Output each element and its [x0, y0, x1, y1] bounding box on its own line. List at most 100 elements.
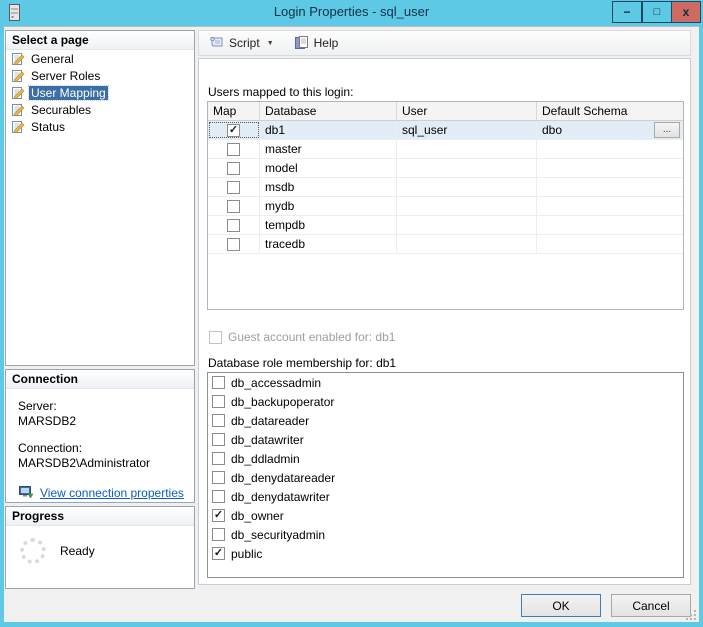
- user-cell: [397, 235, 537, 253]
- maximize-icon: □: [653, 6, 661, 18]
- role-item-db_accessadmin[interactable]: db_accessadmin: [208, 373, 683, 392]
- role-checkbox[interactable]: ✓: [212, 509, 225, 522]
- column-header: User: [397, 102, 537, 120]
- map-cell: [208, 159, 260, 177]
- progress-header: Progress: [6, 507, 194, 526]
- dialog-client-area: Select a page General Server Roles User Ma…: [4, 26, 699, 622]
- database-cell: tracedb: [260, 235, 397, 253]
- guest-account-checkbox: [209, 330, 222, 344]
- script-button[interactable]: Script ▼: [205, 33, 278, 53]
- map-cell: [208, 178, 260, 196]
- role-label: db_securityadmin: [231, 527, 326, 542]
- role-item-db_denydatawriter[interactable]: db_denydatawriter: [208, 487, 683, 506]
- cancel-button-label: Cancel: [632, 598, 670, 613]
- table-row[interactable]: msdb: [208, 178, 683, 197]
- table-row[interactable]: model: [208, 159, 683, 178]
- ok-button[interactable]: OK: [521, 594, 601, 617]
- column-header: Map: [208, 102, 260, 120]
- connection-panel: Connection Server: MARSDB2 Connection: M…: [5, 369, 195, 503]
- user-cell: [397, 197, 537, 215]
- table-row[interactable]: mydb: [208, 197, 683, 216]
- table-row[interactable]: master: [208, 140, 683, 159]
- role-checkbox[interactable]: [212, 395, 225, 408]
- server-value: MARSDB2: [18, 414, 77, 428]
- role-item-db_datawriter[interactable]: db_datawriter: [208, 430, 683, 449]
- sidebar-item-label: General: [31, 51, 74, 66]
- sidebar-item-general[interactable]: General: [6, 50, 194, 67]
- map-checkbox[interactable]: [227, 142, 240, 156]
- table-row[interactable]: tempdb: [208, 216, 683, 235]
- role-label: db_backupoperator: [231, 394, 335, 409]
- close-button[interactable]: x: [671, 1, 701, 23]
- role-item-db_securityadmin[interactable]: db_securityadmin: [208, 525, 683, 544]
- map-checkbox[interactable]: [227, 218, 240, 232]
- role-checkbox[interactable]: [212, 414, 225, 427]
- connection-header: Connection: [6, 370, 194, 389]
- sidebar-item-label: Status: [31, 119, 66, 134]
- role-item-db_denydatareader[interactable]: db_denydatareader: [208, 468, 683, 487]
- map-checkbox[interactable]: [227, 237, 240, 251]
- role-membership-list: db_accessadmin db_backupoperator db_datare…: [207, 372, 684, 578]
- sidebar-item-label: Securables: [31, 102, 92, 117]
- role-item-public[interactable]: ✓ public: [208, 544, 683, 563]
- browse-schema-button[interactable]: ...: [654, 122, 680, 138]
- help-book-icon: [294, 35, 310, 51]
- select-page-list: General Server Roles User Mapping Securable…: [6, 50, 194, 135]
- help-button-label: Help: [313, 36, 339, 50]
- connection-properties-icon: [18, 485, 34, 501]
- role-item-db_owner[interactable]: ✓ db_owner: [208, 506, 683, 525]
- table-body: ✓ db1 sql_user dbo... master model msdb mydb tem…: [208, 121, 683, 254]
- view-connection-properties-link[interactable]: View connection properties: [40, 486, 184, 500]
- map-checkbox[interactable]: [227, 199, 240, 213]
- role-item-db_datareader[interactable]: db_datareader: [208, 411, 683, 430]
- role-checkbox[interactable]: [212, 490, 225, 503]
- ok-button-label: OK: [552, 598, 570, 613]
- map-cell: [208, 216, 260, 234]
- role-checkbox[interactable]: [212, 376, 225, 389]
- map-cell: [208, 140, 260, 158]
- database-cell: master: [260, 140, 397, 158]
- select-page-panel: Select a page General Server Roles User Ma…: [5, 30, 195, 366]
- titlebar[interactable]: Login Properties - sql_user − □ x: [0, 0, 703, 26]
- column-header: Default Schema: [542, 104, 628, 118]
- default-schema-cell: [537, 140, 683, 158]
- map-checkbox[interactable]: ✓: [227, 123, 240, 137]
- role-label: db_denydatawriter: [231, 489, 330, 504]
- map-cell: [208, 235, 260, 253]
- map-checkbox[interactable]: [227, 161, 240, 175]
- sidebar-item-status[interactable]: Status: [6, 118, 194, 135]
- sidebar-item-user-mapping[interactable]: User Mapping: [6, 84, 194, 101]
- cancel-button[interactable]: Cancel: [611, 594, 691, 617]
- role-item-db_backupoperator[interactable]: db_backupoperator: [208, 392, 683, 411]
- role-checkbox[interactable]: [212, 528, 225, 541]
- role-item-db_ddladmin[interactable]: db_ddladmin: [208, 449, 683, 468]
- table-row[interactable]: ✓ db1 sql_user dbo...: [208, 121, 683, 140]
- minimize-icon: −: [623, 5, 631, 19]
- sidebar-item-securables[interactable]: Securables: [6, 101, 194, 118]
- default-schema-cell: [537, 178, 683, 196]
- progress-status: Ready: [60, 544, 95, 558]
- script-button-label: Script: [229, 36, 260, 50]
- role-membership-label: Database role membership for: db1: [208, 356, 397, 370]
- default-schema-cell: [537, 235, 683, 253]
- resize-grip[interactable]: [686, 610, 696, 620]
- role-checkbox[interactable]: [212, 452, 225, 465]
- role-label: db_datawriter: [231, 432, 304, 447]
- properties-page-icon: [11, 69, 25, 83]
- user-cell: [397, 178, 537, 196]
- sidebar-item-label: Server Roles: [31, 68, 101, 83]
- progress-ring-icon: [20, 538, 46, 564]
- select-page-header: Select a page: [6, 31, 194, 50]
- map-checkbox[interactable]: [227, 180, 240, 194]
- table-row[interactable]: tracedb: [208, 235, 683, 254]
- role-checkbox[interactable]: [212, 433, 225, 446]
- sidebar-item-server-roles[interactable]: Server Roles: [6, 67, 194, 84]
- chevron-down-icon: ▼: [266, 39, 274, 47]
- role-checkbox[interactable]: [212, 471, 225, 484]
- role-label: db_ddladmin: [231, 451, 300, 466]
- help-button[interactable]: Help: [290, 33, 343, 53]
- maximize-button[interactable]: □: [642, 1, 672, 23]
- user-cell: sql_user: [397, 121, 537, 139]
- minimize-button[interactable]: −: [612, 1, 642, 23]
- role-checkbox[interactable]: ✓: [212, 547, 225, 560]
